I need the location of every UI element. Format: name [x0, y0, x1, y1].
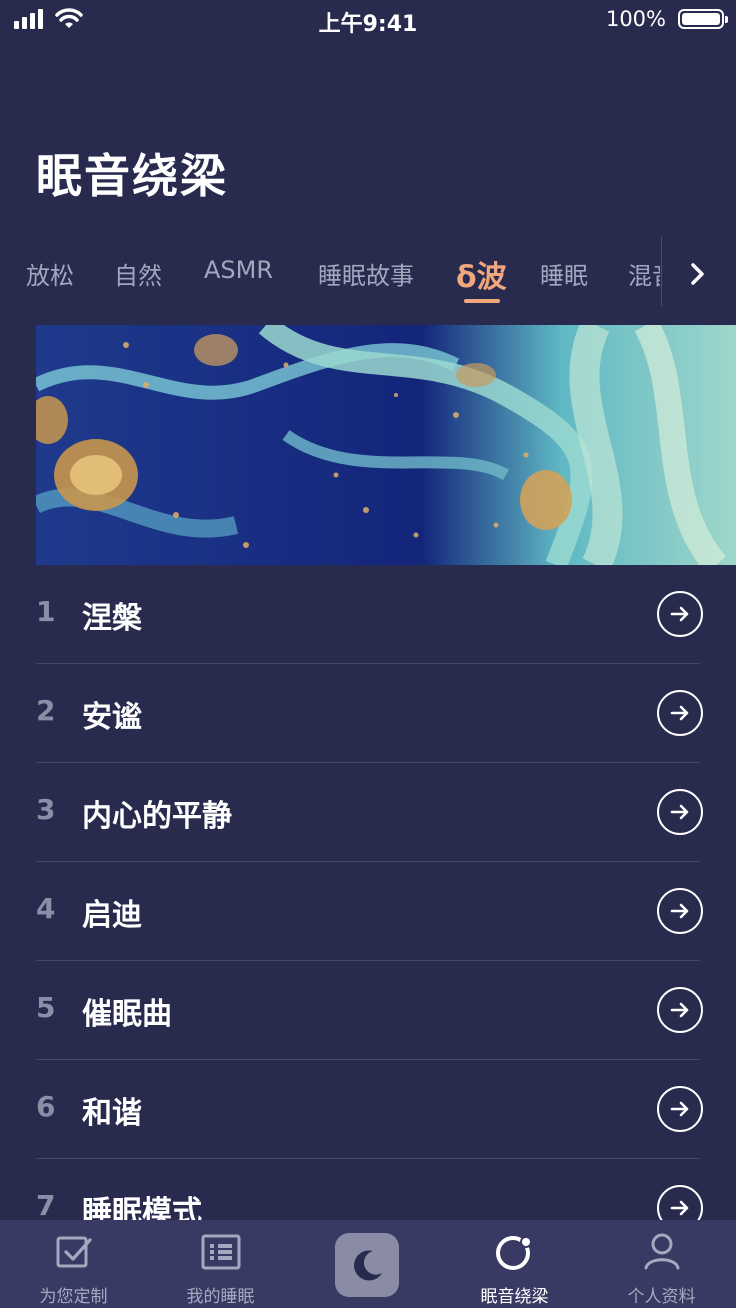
active-tab-indicator: [464, 299, 500, 303]
checklist-icon: [56, 1236, 92, 1268]
nav-item-sounds[interactable]: 眠音绕梁: [441, 1220, 588, 1308]
nav-label: 为您定制: [39, 1287, 108, 1307]
tab-sleep-stories[interactable]: 睡眠故事: [318, 256, 414, 291]
nav-item-my-sleep[interactable]: 我的睡眠: [147, 1220, 294, 1308]
tab-relax[interactable]: 放松: [26, 256, 74, 291]
track-title: 催眠曲: [82, 997, 172, 1032]
chevron-right-icon[interactable]: [680, 256, 716, 292]
arrow-right-icon[interactable]: [657, 888, 703, 934]
list-item[interactable]: 1 涅槃: [36, 565, 703, 664]
category-tabs: 放松 自然 ASMR 睡眠故事 δ波 睡眠 混音: [0, 240, 660, 310]
track-number: 7: [36, 1189, 56, 1222]
nav-item-custom[interactable]: 为您定制: [0, 1220, 147, 1308]
track-title: 启迪: [82, 898, 142, 933]
tabs-divider: [661, 236, 662, 306]
track-number: 4: [36, 892, 56, 925]
track-number: 2: [36, 694, 56, 727]
list-icon: [201, 1234, 240, 1270]
battery-icon: [678, 9, 728, 29]
page-title: 眠音绕梁: [36, 149, 228, 203]
person-icon: [644, 1233, 679, 1270]
list-item[interactable]: 5 催眠曲: [36, 961, 703, 1060]
list-item[interactable]: 3 内心的平静: [36, 763, 703, 862]
banner-image: [36, 325, 736, 565]
track-number: 6: [36, 1090, 56, 1123]
battery-percent: 100%: [605, 7, 666, 31]
nav-label: 眠音绕梁: [480, 1287, 549, 1307]
track-number: 3: [36, 793, 56, 826]
tab-asmr[interactable]: ASMR: [204, 256, 273, 284]
arrow-right-icon[interactable]: [657, 789, 703, 835]
list-item[interactable]: 4 启迪: [36, 862, 703, 961]
arrow-right-icon[interactable]: [657, 591, 703, 637]
tab-nature[interactable]: 自然: [114, 256, 162, 291]
arrow-right-icon[interactable]: [657, 1086, 703, 1132]
marble-artwork: [36, 325, 736, 565]
nav-item-profile[interactable]: 个人资料: [588, 1220, 735, 1308]
track-number: 1: [36, 595, 56, 628]
track-number: 5: [36, 991, 56, 1024]
list-item[interactable]: 6 和谐: [36, 1060, 703, 1159]
arrow-right-icon[interactable]: [657, 690, 703, 736]
sleep-center-button[interactable]: [335, 1233, 399, 1297]
tab-sleep[interactable]: 睡眠: [540, 256, 588, 291]
track-title: 涅槃: [82, 601, 142, 636]
track-title: 和谐: [82, 1096, 142, 1131]
ring-icon: [495, 1236, 532, 1270]
list-item[interactable]: 2 安谧: [36, 664, 703, 763]
nav-label: 个人资料: [627, 1287, 696, 1307]
tab-mix[interactable]: 混音: [628, 256, 660, 291]
tab-delta-wave[interactable]: δ波: [456, 252, 507, 296]
arrow-right-icon[interactable]: [657, 987, 703, 1033]
track-title: 安谧: [82, 700, 142, 735]
track-list: 1 涅槃 2 安谧 3 内心的平静 4 启迪 5 催眠曲 6 和谐 7 睡眠模式: [36, 565, 703, 1258]
moon-icon: [354, 1250, 382, 1281]
nav-label: 我的睡眠: [186, 1287, 255, 1307]
status-bar: 上午9:41 100%: [0, 0, 736, 40]
track-title: 内心的平静: [82, 799, 232, 834]
